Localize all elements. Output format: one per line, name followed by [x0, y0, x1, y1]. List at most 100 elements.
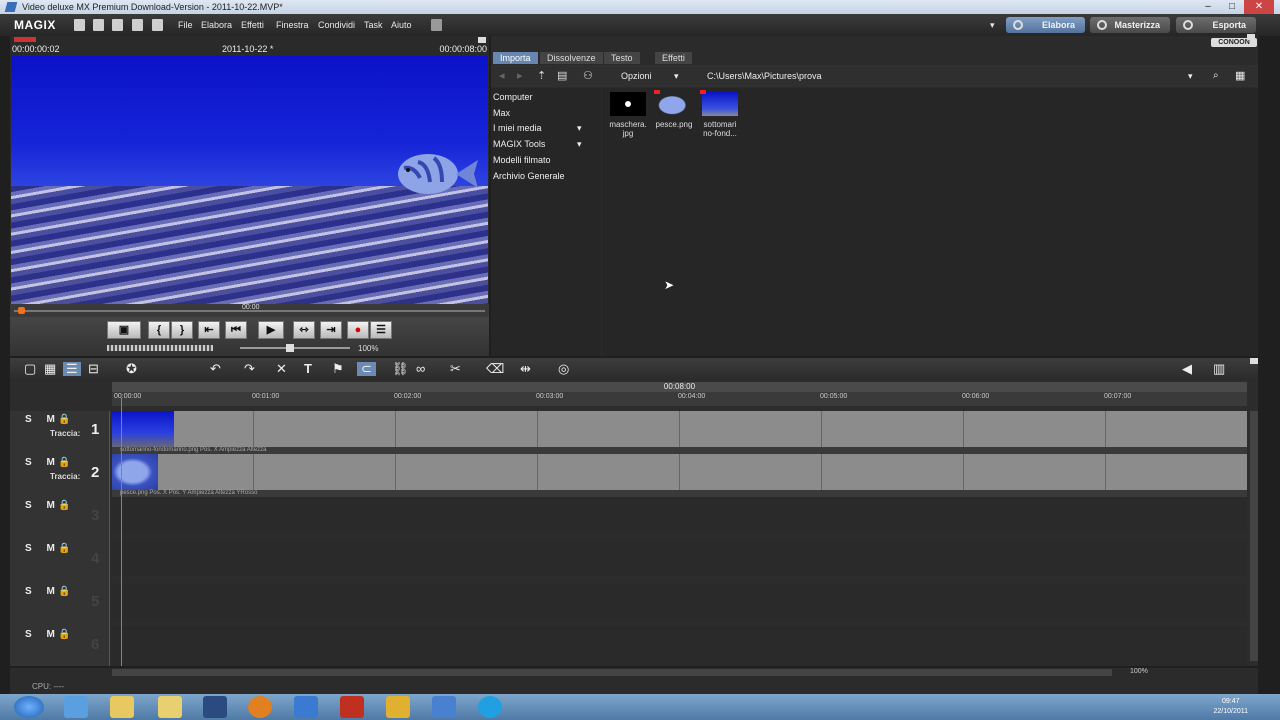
skype-icon[interactable]: [478, 696, 502, 718]
single-view-icon[interactable]: ▢: [24, 362, 36, 376]
solo-mute-buttons[interactable]: S M: [25, 414, 61, 425]
folder-view-icon[interactable]: ▤: [557, 69, 567, 82]
save-icon[interactable]: [112, 19, 123, 31]
solo-mute-buttons[interactable]: S M: [25, 586, 61, 597]
nav-expand-icon[interactable]: ▾: [577, 139, 582, 150]
nav-max[interactable]: Max: [493, 108, 510, 118]
mark-in-button[interactable]: {: [148, 321, 170, 339]
storyboard-icon[interactable]: ▦: [44, 362, 56, 376]
binoculars-icon[interactable]: ⚇: [583, 69, 593, 82]
preview-close-icon[interactable]: [478, 37, 486, 43]
nav-archivio-generale[interactable]: Archivio Generale: [493, 171, 565, 181]
up-folder-icon[interactable]: ⇡: [537, 69, 546, 82]
play-button[interactable]: ▶: [258, 321, 284, 339]
lock-icon[interactable]: 🔒: [58, 629, 70, 640]
file-sottomarino[interactable]: sottomari no-fond...: [698, 90, 742, 138]
menu-list-button[interactable]: ☰: [370, 321, 392, 339]
record-button[interactable]: ●: [347, 321, 369, 339]
stretch-icon[interactable]: ⇹: [520, 362, 531, 376]
prev-marker-button[interactable]: ⇤: [198, 321, 220, 339]
play-range-button[interactable]: ⇿: [293, 321, 315, 339]
nav-computer[interactable]: Computer: [493, 92, 533, 102]
menu-file[interactable]: File: [178, 20, 193, 30]
nav-magix-tools[interactable]: MAGIX Tools: [493, 139, 545, 149]
group-icon[interactable]: ∞: [416, 362, 425, 376]
tab-effetti[interactable]: Effetti: [655, 52, 692, 64]
volume-slider[interactable]: [240, 347, 350, 349]
tab-dissolvenze[interactable]: Dissolvenze: [540, 52, 603, 64]
next-marker-button[interactable]: ⇥: [320, 321, 342, 339]
solo-mute-buttons[interactable]: S M: [25, 500, 61, 511]
menu-aiuto[interactable]: Aiuto: [391, 20, 412, 30]
mode-masterizza-button[interactable]: Masterizza: [1090, 17, 1170, 33]
cursor-icon[interactable]: [152, 19, 163, 31]
timeline-view-icon[interactable]: ☰: [63, 362, 81, 376]
menu-effetti[interactable]: Effetti: [241, 20, 264, 30]
new-file-icon[interactable]: [74, 19, 85, 31]
path-chevron-icon[interactable]: ▾: [1188, 71, 1193, 82]
preview-mode-button[interactable]: ▣: [107, 321, 141, 339]
solo-mute-buttons[interactable]: S M: [25, 629, 61, 640]
menu-finestra[interactable]: Finestra: [276, 20, 309, 30]
file-maschera[interactable]: maschera. jpg: [606, 92, 650, 138]
tab-testo[interactable]: Testo: [604, 52, 640, 64]
title-icon[interactable]: T: [304, 362, 312, 376]
ruler-range[interactable]: 00:08:00: [112, 382, 1247, 392]
media-close-icon[interactable]: [1247, 34, 1255, 40]
magix-taskbar-icon[interactable]: [432, 696, 456, 718]
check-app-icon[interactable]: [203, 696, 227, 718]
maximize-button[interactable]: □: [1220, 0, 1244, 14]
mouse-mode-icon[interactable]: ✪: [126, 362, 137, 376]
volume-slider-handle[interactable]: [286, 344, 294, 352]
lock-icon[interactable]: 🔒: [58, 500, 70, 511]
lock-icon[interactable]: 🔒: [58, 543, 70, 554]
seek-bar[interactable]: 00:00: [10, 304, 489, 317]
system-clock[interactable]: 09:47 22/10/2011: [1213, 697, 1248, 717]
link-icon[interactable]: ⛓: [392, 362, 409, 376]
menu-elabora[interactable]: Elabora: [201, 20, 232, 30]
scene-view-icon[interactable]: ⊟: [88, 362, 99, 376]
cut-icon[interactable]: ✂: [450, 362, 461, 376]
dropdown-arrow-icon[interactable]: ▾: [990, 20, 995, 31]
track-lane[interactable]: [112, 583, 1247, 619]
grid-view-icon[interactable]: ▦: [1235, 69, 1245, 82]
go-to-start-button[interactable]: ⏮: [225, 321, 247, 339]
jog-shuttle[interactable]: [107, 345, 213, 351]
delete-icon[interactable]: ✕: [276, 362, 287, 376]
file-pesce[interactable]: pesce.png: [652, 90, 696, 129]
seek-handle[interactable]: [18, 307, 25, 314]
options-dropdown[interactable]: Opzioni: [621, 71, 652, 81]
track-lane[interactable]: [112, 411, 1247, 447]
mixer-icon[interactable]: ▥: [1213, 362, 1225, 376]
redo-icon[interactable]: ↷: [244, 362, 255, 376]
eraser-icon[interactable]: ⌫: [486, 362, 504, 376]
mark-out-button[interactable]: }: [171, 321, 193, 339]
timeline-ruler[interactable]: 00:08:00 00:00:00 00:01:00 00:02:00 00:0…: [112, 382, 1247, 406]
timeline-zoom[interactable]: 100%: [1130, 668, 1148, 675]
nav-modelli-filmato[interactable]: Modelli filmato: [493, 155, 551, 165]
options-chevron-icon[interactable]: ▾: [674, 71, 679, 82]
red-app-icon[interactable]: [340, 696, 364, 718]
solo-mute-buttons[interactable]: S M: [25, 457, 61, 468]
menu-task[interactable]: Task: [364, 20, 383, 30]
path-field[interactable]: C:\Users\Max\Pictures\prova: [707, 71, 822, 81]
close-button[interactable]: ✕: [1244, 0, 1274, 14]
track-lane[interactable]: [112, 540, 1247, 576]
lock-icon[interactable]: 🔒: [58, 457, 70, 468]
forward-arrow-icon[interactable]: ▸: [517, 69, 523, 82]
mode-elabora-button[interactable]: Elabora: [1006, 17, 1085, 33]
audio-icon[interactable]: ◀: [1182, 362, 1192, 376]
lock-icon[interactable]: 🔒: [58, 414, 70, 425]
vertical-scrollbar[interactable]: [1250, 411, 1258, 661]
ie-icon[interactable]: [64, 696, 88, 718]
nav-expand-icon[interactable]: ▾: [577, 123, 582, 134]
track-lane[interactable]: [112, 497, 1247, 533]
preview-zoom[interactable]: 100%: [358, 344, 378, 353]
settings-icon[interactable]: [132, 19, 143, 31]
open-folder-icon[interactable]: [93, 19, 104, 31]
yellow-app-icon[interactable]: [386, 696, 410, 718]
notes-icon[interactable]: [158, 696, 182, 718]
back-arrow-icon[interactable]: ◂: [499, 69, 505, 82]
minimize-button[interactable]: –: [1196, 0, 1220, 14]
clip-pesce[interactable]: [112, 454, 158, 490]
